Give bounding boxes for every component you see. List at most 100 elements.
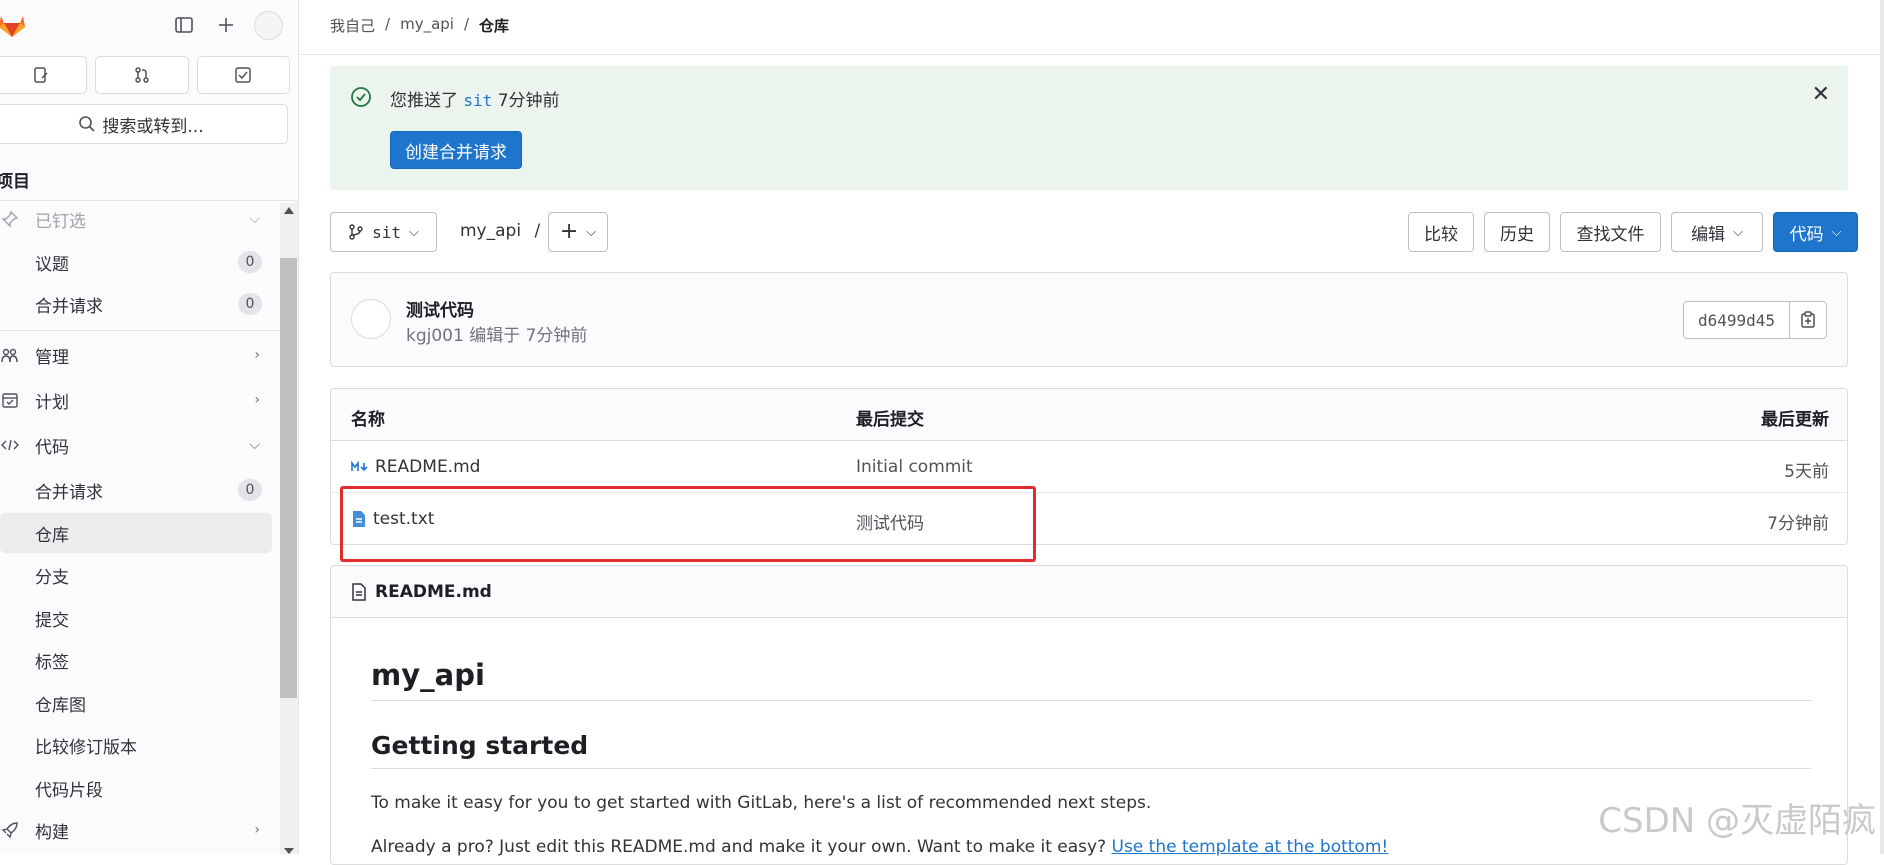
sidebar-item-label: 提交	[35, 610, 69, 631]
toggle-sidebar-icon[interactable]	[169, 10, 199, 40]
scroll-down-icon[interactable]	[284, 848, 294, 854]
sidebar-item-repository-graph[interactable]: 仓库图	[0, 683, 272, 723]
sidebar-item-label: 合并请求	[35, 482, 103, 503]
chevron-down-icon: ⌵	[409, 224, 419, 240]
check-circle-icon	[351, 87, 371, 107]
sidebar-item-commits[interactable]: 提交	[0, 598, 272, 638]
watermark: CSDN @灭虚陌疯	[1598, 801, 1876, 841]
breadcrumb-separator: /	[463, 15, 470, 33]
column-header-last-update: 最后更新	[1761, 410, 1829, 430]
sidebar-item-pinned[interactable]: 已钉选 ⌵	[0, 199, 272, 239]
template-link[interactable]: Use the template at the bottom!	[1112, 837, 1389, 857]
chevron-down-icon: ⌵	[249, 211, 260, 227]
sidebar-search-button[interactable]: 搜索或转到...	[0, 104, 288, 144]
branch-selector[interactable]: sit ⌵	[330, 212, 437, 252]
calendar-icon	[0, 390, 20, 410]
branch-icon	[349, 224, 363, 240]
chevron-right-icon: ›	[254, 392, 260, 408]
sidebar-item-branches[interactable]: 分支	[0, 555, 272, 595]
readme-body: my_api Getting started To make it easy f…	[371, 658, 1811, 857]
chevron-down-icon: ⌵	[586, 224, 597, 240]
sidebar-item-label: 比较修订版本	[35, 737, 137, 758]
sidebar-item-build[interactable]: 构建 ›	[0, 810, 272, 850]
file-name[interactable]: README.md	[375, 457, 480, 477]
page-scrollbar[interactable]	[1880, 0, 1884, 854]
file-updated: 7分钟前	[1767, 514, 1829, 534]
breadcrumb-project[interactable]: my_api	[400, 15, 454, 36]
readme-filename[interactable]: README.md	[375, 582, 492, 602]
todo-button[interactable]	[196, 56, 290, 94]
sidebar-item-snippets[interactable]: 代码片段	[0, 768, 272, 808]
sidebar-item-manage[interactable]: 管理 ›	[0, 335, 272, 375]
commit-title[interactable]: 测试代码	[406, 296, 474, 321]
sidebar-item-label: 合并请求	[35, 296, 103, 317]
sidebar-top	[0, 0, 298, 50]
sidebar-item-plan[interactable]: 计划 ›	[0, 380, 272, 420]
markdown-icon	[351, 461, 368, 472]
pin-icon	[0, 209, 20, 229]
sidebar-item-label: 构建	[35, 822, 69, 843]
sidebar-item-code[interactable]: 代码 ⌵	[0, 425, 272, 465]
merge-request-icon	[135, 67, 149, 83]
chevron-down-icon: ⌵	[249, 437, 260, 453]
count-badge: 0	[238, 251, 262, 273]
repo-path-root[interactable]: my_api	[460, 221, 521, 241]
compare-button[interactable]: 比较	[1408, 212, 1474, 252]
sidebar-item-label: 代码	[35, 437, 69, 458]
code-dropdown[interactable]: 代码 ⌵	[1773, 212, 1858, 252]
commit-avatar[interactable]	[351, 299, 391, 339]
edit-label: 编辑	[1691, 224, 1726, 245]
sidebar-scrollbar-thumb[interactable]	[280, 258, 297, 698]
push-alert: 您推送了 sit 7分钟前 创建合并请求 ✕	[330, 66, 1848, 190]
repo-path: my_api /	[460, 221, 540, 241]
scroll-up-icon[interactable]	[284, 207, 294, 214]
merge-requests-button[interactable]	[95, 56, 189, 94]
file-commit-message[interactable]: Initial commit	[856, 457, 973, 477]
breadcrumb-current[interactable]: 仓库	[479, 15, 509, 36]
find-file-button[interactable]: 查找文件	[1560, 212, 1661, 252]
users-icon	[0, 345, 20, 365]
search-icon	[79, 116, 95, 132]
add-to-tree-dropdown[interactable]: + ⌵	[548, 212, 608, 252]
path-separator: /	[534, 221, 541, 241]
sidebar-item-label: 代码片段	[35, 780, 103, 801]
edit-dropdown[interactable]: 编辑 ⌵	[1671, 212, 1763, 252]
sidebar-item-issues[interactable]: 议题 0	[0, 242, 272, 282]
last-commit: 测试代码 kgj001 编辑于 7分钟前 d6499d45	[330, 272, 1848, 367]
sidebar-item-tags[interactable]: 标签	[0, 640, 272, 680]
file-updated: 5天前	[1784, 462, 1829, 482]
sidebar-item-label: 已钉选	[35, 211, 86, 232]
plus-icon[interactable]	[211, 10, 241, 40]
gitlab-logo-icon[interactable]	[0, 8, 28, 40]
todo-icon	[235, 67, 252, 83]
copy-sha-button[interactable]	[1790, 302, 1826, 338]
sidebar-item-code-merge-requests[interactable]: 合并请求 0	[0, 470, 272, 510]
plus-icon: +	[559, 219, 579, 244]
sidebar-section-title: 项目	[0, 172, 30, 192]
readme-title: my_api	[371, 658, 1811, 701]
sidebar-item-repository[interactable]: 仓库	[0, 513, 272, 553]
sidebar-item-label: 管理	[35, 347, 69, 368]
main-content: 我自己 / my_api / 仓库 您推送了 sit 7分钟前 创建合并请求 ✕…	[300, 0, 1884, 865]
commit-sha[interactable]: d6499d45	[1684, 302, 1790, 338]
breadcrumb-user[interactable]: 我自己	[330, 15, 375, 36]
sidebar-item-label: 分支	[35, 567, 69, 588]
count-badge: 0	[238, 293, 262, 315]
create-merge-request-button[interactable]: 创建合并请求	[390, 131, 522, 169]
readme-paragraph: Already a pro? Just edit this README.md …	[371, 837, 1811, 857]
user-avatar[interactable]	[254, 11, 283, 40]
file-name-cell[interactable]: README.md	[351, 457, 480, 477]
alert-branch[interactable]: sit	[463, 91, 492, 110]
column-header-last-commit: 最后提交	[856, 410, 924, 430]
commit-meta: kgj001 编辑于 7分钟前	[406, 326, 588, 346]
history-button[interactable]: 历史	[1484, 212, 1550, 252]
sidebar-item-merge-requests[interactable]: 合并请求 0	[0, 284, 272, 324]
close-icon[interactable]: ✕	[1812, 82, 1830, 107]
alert-prefix: 您推送了	[390, 91, 458, 111]
sidebar-section-header: 项目	[0, 155, 298, 201]
table-header: 名称 最后提交 最后更新	[331, 389, 1847, 441]
sidebar-item-compare-revisions[interactable]: 比较修订版本	[0, 725, 272, 765]
issues-button[interactable]	[0, 56, 88, 94]
issues-icon	[33, 67, 48, 83]
sidebar: 搜索或转到... 项目 已钉选 ⌵ 议题 0 合并请求 0 管理 ›	[0, 0, 299, 854]
